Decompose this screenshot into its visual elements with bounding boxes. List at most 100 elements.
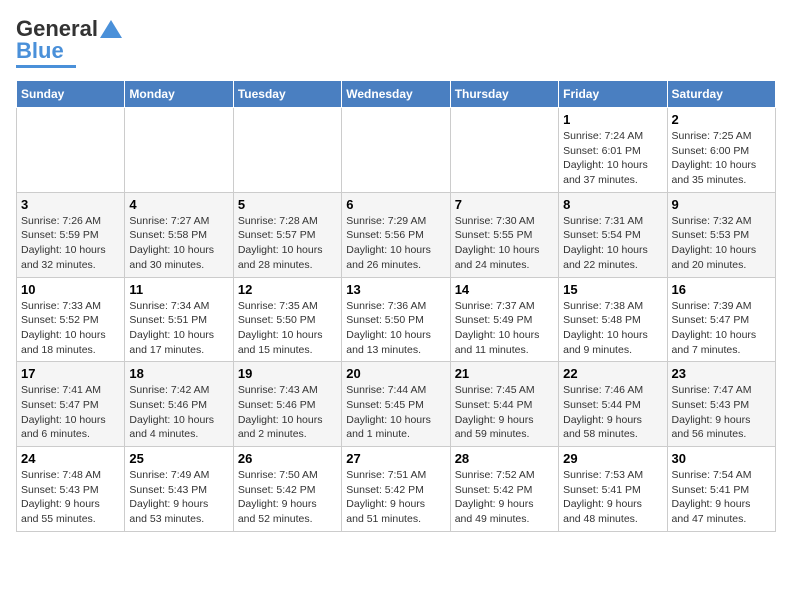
day-number: 22 [563,366,662,381]
weekday-header-tuesday: Tuesday [233,81,341,108]
day-number: 18 [129,366,228,381]
calendar-cell: 23 Sunrise: 7:47 AM Sunset: 5:43 PM Dayli… [667,362,775,447]
day-info: Sunrise: 7:32 AM Sunset: 5:53 PM Dayligh… [672,214,771,273]
day-number: 13 [346,282,445,297]
day-number: 14 [455,282,554,297]
day-info: Sunrise: 7:52 AM Sunset: 5:42 PM Dayligh… [455,468,554,527]
day-number: 25 [129,451,228,466]
day-number: 26 [238,451,337,466]
day-number: 28 [455,451,554,466]
day-info: Sunrise: 7:38 AM Sunset: 5:48 PM Dayligh… [563,299,662,358]
day-info: Sunrise: 7:46 AM Sunset: 5:44 PM Dayligh… [563,383,662,442]
day-number: 29 [563,451,662,466]
day-number: 4 [129,197,228,212]
calendar-week-row: 1 Sunrise: 7:24 AM Sunset: 6:01 PM Daylig… [17,108,776,193]
day-number: 5 [238,197,337,212]
day-number: 16 [672,282,771,297]
day-number: 8 [563,197,662,212]
day-number: 17 [21,366,120,381]
calendar-cell: 20 Sunrise: 7:44 AM Sunset: 5:45 PM Dayli… [342,362,450,447]
calendar-cell: 29 Sunrise: 7:53 AM Sunset: 5:41 PM Dayli… [559,447,667,532]
calendar-cell: 1 Sunrise: 7:24 AM Sunset: 6:01 PM Daylig… [559,108,667,193]
weekday-header-thursday: Thursday [450,81,558,108]
calendar-cell: 13 Sunrise: 7:36 AM Sunset: 5:50 PM Dayli… [342,277,450,362]
calendar-cell: 14 Sunrise: 7:37 AM Sunset: 5:49 PM Dayli… [450,277,558,362]
weekday-header-wednesday: Wednesday [342,81,450,108]
day-number: 11 [129,282,228,297]
day-info: Sunrise: 7:49 AM Sunset: 5:43 PM Dayligh… [129,468,228,527]
calendar-cell: 26 Sunrise: 7:50 AM Sunset: 5:42 PM Dayli… [233,447,341,532]
day-info: Sunrise: 7:25 AM Sunset: 6:00 PM Dayligh… [672,129,771,188]
day-info: Sunrise: 7:34 AM Sunset: 5:51 PM Dayligh… [129,299,228,358]
day-number: 3 [21,197,120,212]
calendar-cell: 7 Sunrise: 7:30 AM Sunset: 5:55 PM Daylig… [450,192,558,277]
day-number: 23 [672,366,771,381]
calendar-cell: 2Sunrise: 7:25 AM Sunset: 6:00 PM Daylig… [667,108,775,193]
day-info: Sunrise: 7:26 AM Sunset: 5:59 PM Dayligh… [21,214,120,273]
day-number: 1 [563,112,662,127]
calendar-cell: 16 Sunrise: 7:39 AM Sunset: 5:47 PM Dayli… [667,277,775,362]
day-number: 6 [346,197,445,212]
day-number: 24 [21,451,120,466]
day-info: Sunrise: 7:42 AM Sunset: 5:46 PM Dayligh… [129,383,228,442]
calendar-cell [233,108,341,193]
calendar-cell: 12 Sunrise: 7:35 AM Sunset: 5:50 PM Dayli… [233,277,341,362]
logo-underline [16,65,76,68]
day-number: 30 [672,451,771,466]
page-header: General Blue [16,16,776,68]
day-info: Sunrise: 7:54 AM Sunset: 5:41 PM Dayligh… [672,468,771,527]
calendar-week-row: 24 Sunrise: 7:48 AM Sunset: 5:43 PM Dayli… [17,447,776,532]
day-number: 27 [346,451,445,466]
day-info: Sunrise: 7:53 AM Sunset: 5:41 PM Dayligh… [563,468,662,527]
calendar-cell: 28 Sunrise: 7:52 AM Sunset: 5:42 PM Dayli… [450,447,558,532]
calendar-cell: 10 Sunrise: 7:33 AM Sunset: 5:52 PM Dayli… [17,277,125,362]
calendar-week-row: 17 Sunrise: 7:41 AM Sunset: 5:47 PM Dayli… [17,362,776,447]
calendar-cell: 4Sunrise: 7:27 AM Sunset: 5:58 PM Daylig… [125,192,233,277]
day-number: 21 [455,366,554,381]
calendar-cell: 19 Sunrise: 7:43 AM Sunset: 5:46 PM Dayli… [233,362,341,447]
calendar-cell [342,108,450,193]
day-info: Sunrise: 7:41 AM Sunset: 5:47 PM Dayligh… [21,383,120,442]
weekday-header-friday: Friday [559,81,667,108]
day-number: 15 [563,282,662,297]
day-info: Sunrise: 7:44 AM Sunset: 5:45 PM Dayligh… [346,383,445,442]
day-info: Sunrise: 7:48 AM Sunset: 5:43 PM Dayligh… [21,468,120,527]
calendar-cell [450,108,558,193]
day-info: Sunrise: 7:35 AM Sunset: 5:50 PM Dayligh… [238,299,337,358]
calendar-cell [125,108,233,193]
day-info: Sunrise: 7:28 AM Sunset: 5:57 PM Dayligh… [238,214,337,273]
weekday-header-row: SundayMondayTuesdayWednesdayThursdayFrid… [17,81,776,108]
calendar-cell: 24 Sunrise: 7:48 AM Sunset: 5:43 PM Dayli… [17,447,125,532]
day-info: Sunrise: 7:39 AM Sunset: 5:47 PM Dayligh… [672,299,771,358]
day-info: Sunrise: 7:37 AM Sunset: 5:49 PM Dayligh… [455,299,554,358]
day-info: Sunrise: 7:36 AM Sunset: 5:50 PM Dayligh… [346,299,445,358]
calendar-cell: 30 Sunrise: 7:54 AM Sunset: 5:41 PM Dayli… [667,447,775,532]
day-info: Sunrise: 7:29 AM Sunset: 5:56 PM Dayligh… [346,214,445,273]
day-number: 20 [346,366,445,381]
logo-triangle-icon [100,18,122,40]
day-info: Sunrise: 7:30 AM Sunset: 5:55 PM Dayligh… [455,214,554,273]
day-info: Sunrise: 7:24 AM Sunset: 6:01 PM Dayligh… [563,129,662,188]
calendar-cell: 3 Sunrise: 7:26 AM Sunset: 5:59 PM Daylig… [17,192,125,277]
calendar-cell: 25 Sunrise: 7:49 AM Sunset: 5:43 PM Dayli… [125,447,233,532]
weekday-header-monday: Monday [125,81,233,108]
calendar-week-row: 3 Sunrise: 7:26 AM Sunset: 5:59 PM Daylig… [17,192,776,277]
day-info: Sunrise: 7:50 AM Sunset: 5:42 PM Dayligh… [238,468,337,527]
day-info: Sunrise: 7:51 AM Sunset: 5:42 PM Dayligh… [346,468,445,527]
calendar-cell: 22 Sunrise: 7:46 AM Sunset: 5:44 PM Dayli… [559,362,667,447]
day-info: Sunrise: 7:47 AM Sunset: 5:43 PM Dayligh… [672,383,771,442]
day-info: Sunrise: 7:33 AM Sunset: 5:52 PM Dayligh… [21,299,120,358]
day-info: Sunrise: 7:43 AM Sunset: 5:46 PM Dayligh… [238,383,337,442]
calendar-cell: 5 Sunrise: 7:28 AM Sunset: 5:57 PM Daylig… [233,192,341,277]
calendar-cell: 21 Sunrise: 7:45 AM Sunset: 5:44 PM Dayli… [450,362,558,447]
day-number: 10 [21,282,120,297]
day-info: Sunrise: 7:45 AM Sunset: 5:44 PM Dayligh… [455,383,554,442]
day-number: 7 [455,197,554,212]
calendar-cell [17,108,125,193]
calendar-table: SundayMondayTuesdayWednesdayThursdayFrid… [16,80,776,532]
calendar-body: 1 Sunrise: 7:24 AM Sunset: 6:01 PM Daylig… [17,108,776,532]
calendar-cell: 8Sunrise: 7:31 AM Sunset: 5:54 PM Daylig… [559,192,667,277]
day-number: 19 [238,366,337,381]
calendar-cell: 11 Sunrise: 7:34 AM Sunset: 5:51 PM Dayli… [125,277,233,362]
day-number: 12 [238,282,337,297]
